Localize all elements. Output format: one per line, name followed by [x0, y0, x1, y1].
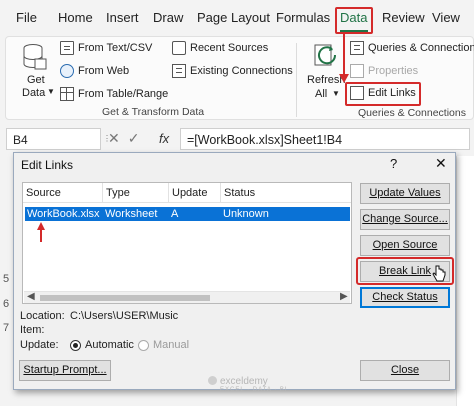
dialog-title: Edit Links — [21, 158, 74, 172]
item-label: Item: — [20, 324, 45, 336]
row-number: 6 — [3, 298, 10, 310]
formula-input[interactable]: =[WorkBook.xlsx]Sheet1!B4 — [180, 128, 470, 150]
name-box[interactable]: B4 — [6, 128, 101, 150]
row-type: Worksheet — [105, 208, 158, 220]
chevron-down-icon: ▼ — [47, 87, 55, 96]
watermark: exceldemy EXCEL · DATA · BI — [208, 376, 288, 393]
ribbon-panel: Get Data ▼ From Text/CSV From Web From T… — [5, 36, 474, 120]
table-row[interactable]: WorkBook.xlsx Worksheet A Unknown — [25, 207, 350, 221]
column-header-source[interactable]: Source — [23, 183, 103, 203]
tab-page-layout[interactable]: Page Layout — [197, 10, 270, 25]
database-icon — [23, 44, 47, 70]
column-header-status[interactable]: Status — [221, 183, 351, 203]
formula-bar-icons: ✕✓ — [108, 130, 147, 147]
scroll-left-icon[interactable]: ◀ — [27, 291, 35, 302]
update-values-button[interactable]: Update Values — [360, 183, 450, 204]
queries-connections-icon — [350, 41, 364, 55]
properties-button[interactable]: Properties — [350, 64, 418, 78]
tab-file[interactable]: File — [16, 10, 37, 25]
from-text-csv-button[interactable]: From Text/CSV — [60, 41, 152, 55]
from-web-label: From Web — [78, 65, 130, 77]
manual-radio[interactable] — [138, 340, 149, 351]
cancel-icon[interactable]: ✕ — [108, 130, 128, 146]
row-header-strip: 5 6 7 — [0, 156, 14, 406]
row-update: A — [171, 208, 179, 220]
formula-bar: B4 ⋮ ✕✓ fx =[WorkBook.xlsx]Sheet1!B4 — [0, 124, 474, 154]
column-header-update[interactable]: Update — [169, 183, 221, 203]
row-number: 5 — [3, 273, 10, 285]
from-table-range-button[interactable]: From Table/Range — [60, 87, 168, 101]
get-data-label-1: Get — [27, 74, 45, 86]
recent-sources-icon — [172, 41, 186, 55]
horizontal-scrollbar[interactable]: ◀ ▶ — [24, 291, 350, 303]
edit-links-dialog: Edit Links ? ✕ Source Type Update Status… — [13, 152, 456, 393]
table-icon — [60, 87, 74, 101]
tab-draw[interactable]: Draw — [153, 10, 183, 25]
startup-prompt-button[interactable]: Startup Prompt... — [19, 360, 111, 381]
recent-sources-button[interactable]: Recent Sources — [172, 41, 268, 55]
chevron-down-icon: ▼ — [332, 89, 340, 98]
refresh-all-label-2: All — [315, 88, 328, 100]
location-label: Location: — [20, 310, 65, 322]
existing-connections-label: Existing Connections — [190, 65, 293, 77]
help-icon[interactable]: ? — [390, 156, 397, 171]
automatic-label: Automatic — [85, 339, 134, 351]
queries-connections-group-label: Queries & Connections — [358, 107, 466, 119]
links-list[interactable]: Source Type Update Status WorkBook.xlsx … — [22, 182, 352, 304]
exceldemy-logo-icon — [208, 376, 217, 385]
tab-insert[interactable]: Insert — [106, 10, 139, 25]
text-file-icon — [60, 41, 74, 55]
get-data-button[interactable]: Get Data ▼ — [14, 41, 55, 99]
ribbon-tab-bar: File Home Insert Draw Page Layout Formul… — [0, 0, 474, 36]
tab-home[interactable]: Home — [58, 10, 93, 25]
from-table-range-label: From Table/Range — [78, 88, 169, 100]
tab-formulas[interactable]: Formulas — [276, 10, 330, 25]
manual-label: Manual — [153, 339, 190, 351]
from-web-button[interactable]: From Web — [60, 64, 129, 78]
properties-icon — [350, 64, 364, 78]
get-transform-group-label: Get & Transform Data — [102, 106, 205, 118]
row-status: Unknown — [223, 208, 269, 220]
existing-connections-icon — [172, 64, 186, 78]
automatic-radio[interactable] — [70, 340, 81, 351]
close-button[interactable]: Close — [360, 360, 450, 381]
from-text-csv-label: From Text/CSV — [78, 42, 153, 54]
check-status-button[interactable]: Check Status — [360, 287, 450, 308]
location-value: C:\Users\USER\Music — [70, 310, 179, 322]
close-icon[interactable]: ✕ — [435, 155, 447, 172]
row-source: WorkBook.xlsx — [27, 208, 100, 220]
annotation-arrow-up — [37, 222, 45, 242]
scrollbar-thumb[interactable] — [40, 295, 210, 301]
column-header-type[interactable]: Type — [103, 183, 169, 203]
data-tab-highlight — [335, 7, 373, 34]
globe-icon — [60, 64, 74, 78]
queries-connections-button[interactable]: Queries & Connections — [350, 41, 474, 55]
scroll-right-icon[interactable]: ▶ — [340, 291, 348, 302]
sheet-area — [456, 156, 474, 406]
tab-view[interactable]: View — [432, 10, 460, 25]
refresh-icon — [314, 44, 337, 66]
edit-links-highlight — [345, 82, 421, 106]
watermark-text: exceldemy — [220, 376, 268, 387]
update-label: Update: — [20, 339, 59, 351]
row-number: 7 — [3, 322, 10, 334]
queries-connections-label: Queries & Connections — [368, 42, 474, 54]
existing-connections-button[interactable]: Existing Connections — [172, 64, 293, 78]
open-source-button[interactable]: Open Source — [360, 235, 450, 256]
group-separator — [296, 43, 297, 117]
change-source-button[interactable]: Change Source... — [360, 209, 450, 230]
enter-icon[interactable]: ✓ — [128, 130, 148, 146]
recent-sources-label: Recent Sources — [190, 42, 269, 54]
links-list-header: Source Type Update Status — [23, 183, 351, 203]
get-data-label-2: Data — [22, 87, 46, 99]
properties-label: Properties — [368, 65, 419, 77]
pointer-cursor-icon — [432, 265, 446, 282]
watermark-subtext: EXCEL · DATA · BI — [220, 387, 288, 393]
tab-review[interactable]: Review — [382, 10, 425, 25]
annotation-arrow-down — [339, 34, 349, 83]
insert-function-icon[interactable]: fx — [159, 131, 169, 146]
